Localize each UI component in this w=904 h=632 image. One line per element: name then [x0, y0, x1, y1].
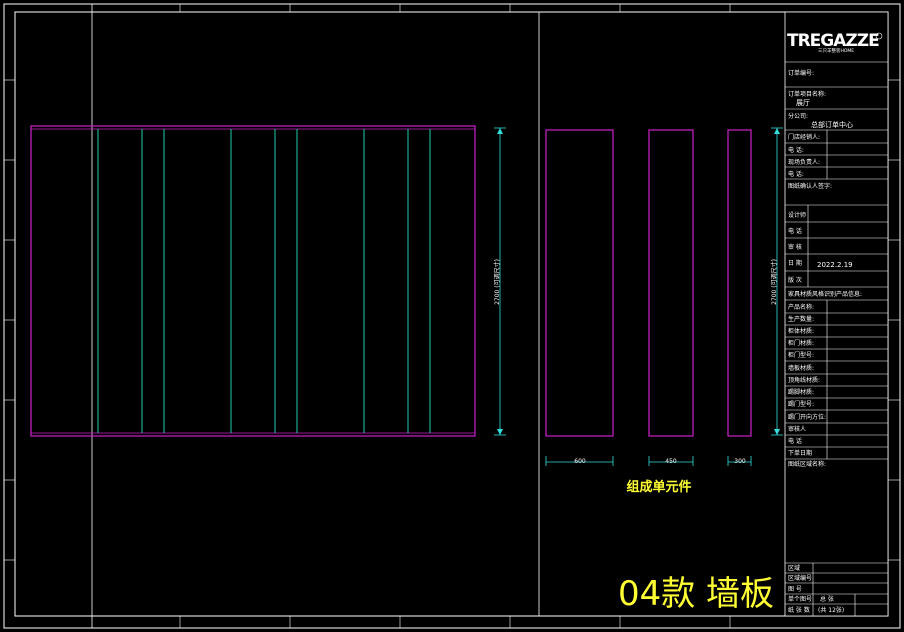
bottom-row-label: 图 号 — [788, 586, 802, 593]
phone-label: 电 话: — [788, 170, 804, 178]
row-label: 审核人 — [788, 425, 806, 433]
branch-label: 分公司: — [788, 112, 808, 120]
project-value: 展厅 — [796, 99, 810, 107]
drawing-area-name-label: 图纸区域名称: — [788, 460, 826, 468]
unit-width-label-600: 600 — [574, 458, 586, 465]
outer-border — [3, 3, 901, 629]
row-label: 柜体材质: — [788, 327, 814, 335]
version-label: 版 次 — [788, 276, 802, 284]
material-info-header: 家具材质风格识别产品信息: — [788, 290, 862, 298]
confirm-signature-label: 图纸确认人签字: — [788, 182, 832, 190]
title-block: TREGAZZE 三只羊整装HOME 订单编号: 订单项目名称: 展厅 分公司:… — [784, 11, 889, 617]
wall-height-label: 2700 (可调尺寸) — [493, 259, 501, 305]
row-label: 电 话 — [788, 437, 802, 445]
wall-panel-elevation — [30, 125, 476, 437]
bottom-row-label: 区域编号 — [788, 574, 812, 582]
sheet-count: (共 12张) — [818, 606, 844, 614]
drawing-title: 04款 墙板 — [618, 574, 774, 614]
unit-width-label-300: 300 — [734, 458, 746, 465]
brand-subtitle: 三只羊整装HOME — [818, 47, 854, 54]
branch-value: 总部订单中心 — [811, 120, 853, 129]
row-label: 踢脚材质: — [788, 388, 814, 396]
brand-logo: TREGAZZE — [787, 31, 879, 51]
unit-300 — [727, 129, 752, 437]
unit-450 — [648, 129, 694, 437]
wall-height-dimension: 2700 (可调尺寸) — [493, 127, 506, 436]
site-manager-label: 现场负责人: — [788, 158, 820, 166]
designer-label: 设计师 — [788, 211, 806, 219]
unit-height-dimension: 2700 (可调尺寸) — [770, 127, 783, 436]
components-caption: 组成单元件 — [626, 479, 691, 495]
row-label: 产品名称: — [788, 303, 814, 311]
date-value: 2022.2.19 — [817, 261, 853, 269]
phone-label: 电 话: — [788, 146, 804, 154]
drawing-sheet: 2700 (可调尺寸) 600 450 300 2700 (可调尺寸) 组成单元… — [3, 3, 901, 629]
project-label: 订单项目名称: — [788, 90, 826, 98]
row-label: 墙板材质: — [788, 364, 814, 372]
review-label: 审 核 — [788, 243, 802, 251]
unit-width-label-450: 450 — [665, 458, 677, 465]
border-ticks — [4, 4, 900, 628]
store-label: 门店经销人: — [788, 133, 820, 141]
row-label: 踢门型号: — [788, 400, 814, 408]
row-label: 柜门材质: — [788, 339, 814, 347]
bottom-row-label: 单个图号 — [788, 595, 812, 603]
phone-label: 电 话 — [788, 227, 802, 235]
order-no-label: 订单编号: — [788, 69, 814, 77]
unit-600 — [545, 129, 614, 437]
sheet-total-label: 总 张 — [820, 595, 834, 603]
row-label: 柜门型号: — [788, 351, 814, 359]
row-label: 下单日期 — [788, 449, 812, 457]
bottom-row-label: 区域 — [788, 564, 800, 572]
row-label: 生产数量: — [788, 315, 814, 323]
date-label: 日 期 — [788, 259, 802, 267]
unit-height-label: 2700 (可调尺寸) — [770, 259, 778, 305]
component-units — [545, 129, 752, 437]
inner-border — [14, 11, 889, 617]
row-label: 踢门开向方位: — [788, 413, 826, 421]
bottom-row-label: 纸 张 数 — [788, 606, 810, 614]
row-label: 顶角线材质: — [788, 376, 820, 384]
